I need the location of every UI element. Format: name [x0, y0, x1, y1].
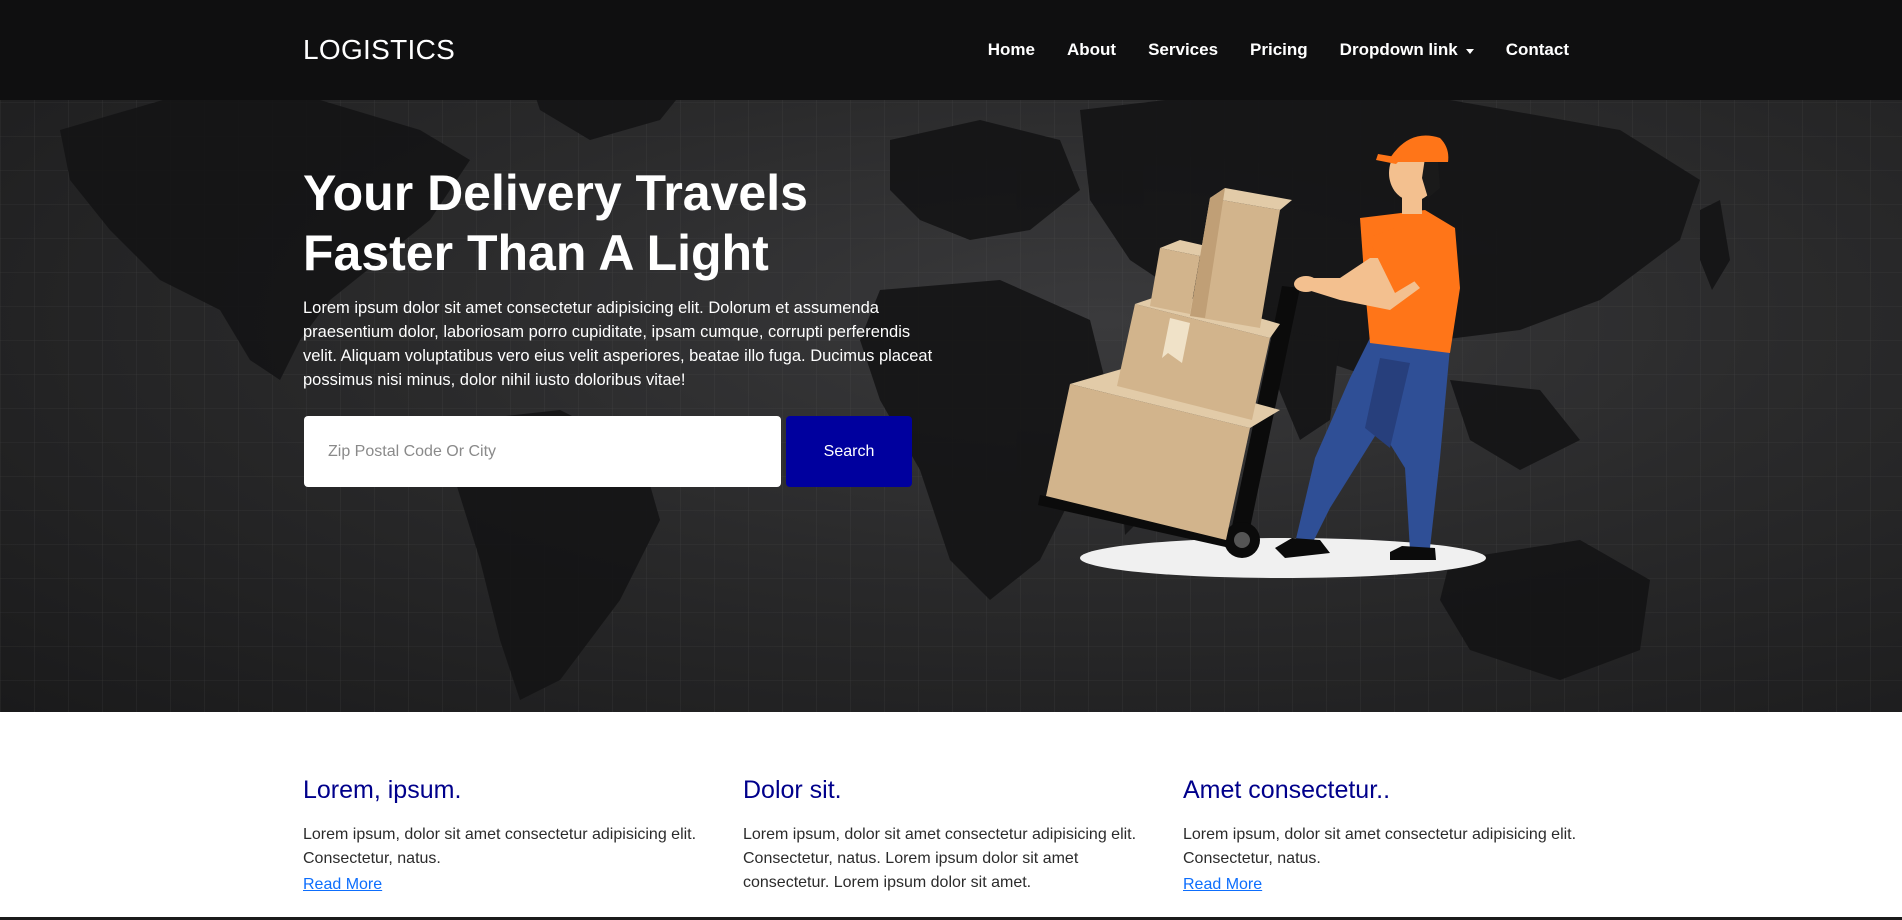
read-more-link[interactable]: Read More	[1183, 876, 1262, 894]
hero-description: Lorem ipsum dolor sit amet consectetur a…	[303, 299, 933, 389]
top-navbar: LOGISTICS Home About Services Pricing Dr…	[0, 0, 1902, 100]
feature-card: Lorem, ipsum. Lorem ipsum, dolor sit ame…	[303, 775, 713, 894]
hero-title-line-1: Your Delivery Travels	[303, 165, 808, 221]
caret-down-icon	[1465, 48, 1474, 54]
feature-text: Lorem ipsum, dolor sit amet consectetur …	[303, 826, 697, 867]
brand-logo[interactable]: LOGISTICS	[303, 34, 455, 66]
feature-text: Lorem ipsum, dolor sit amet consectetur …	[1183, 826, 1577, 867]
feature-title: Dolor sit.	[743, 776, 842, 804]
feature-card: Amet consectetur.. Lorem ipsum, dolor si…	[1183, 775, 1593, 894]
delivery-worker-illustration	[1038, 135, 1486, 578]
feature-title: Lorem, ipsum.	[303, 776, 462, 804]
nav-links: Home About Services Pricing Dropdown lin…	[972, 40, 1585, 60]
feature-title: Amet consectetur..	[1183, 776, 1391, 804]
zip-search-input[interactable]	[304, 416, 781, 487]
read-more-link[interactable]: Read More	[303, 876, 382, 894]
feature-card: Dolor sit. Lorem ipsum, dolor sit amet c…	[743, 775, 1153, 895]
world-map-background	[0, 0, 1902, 712]
nav-item-dropdown[interactable]: Dropdown link	[1324, 40, 1490, 60]
nav-dropdown-label: Dropdown link	[1339, 40, 1458, 59]
nav-item-pricing[interactable]: Pricing	[1234, 40, 1324, 60]
feature-text: Lorem ipsum, dolor sit amet consectetur …	[743, 826, 1137, 891]
search-button[interactable]: Search	[786, 416, 912, 487]
hero-title-line-2: Faster Than A Light	[303, 225, 769, 281]
nav-item-about[interactable]: About	[1051, 40, 1132, 60]
nav-item-contact[interactable]: Contact	[1490, 40, 1585, 60]
nav-item-home[interactable]: Home	[972, 40, 1051, 60]
hero-title: Your Delivery Travels Faster Than A Ligh…	[303, 163, 923, 283]
features-section: Lorem, ipsum. Lorem ipsum, dolor sit ame…	[0, 712, 1902, 920]
nav-item-services[interactable]: Services	[1132, 40, 1234, 60]
hero-section: Your Delivery Travels Faster Than A Ligh…	[0, 0, 1902, 712]
